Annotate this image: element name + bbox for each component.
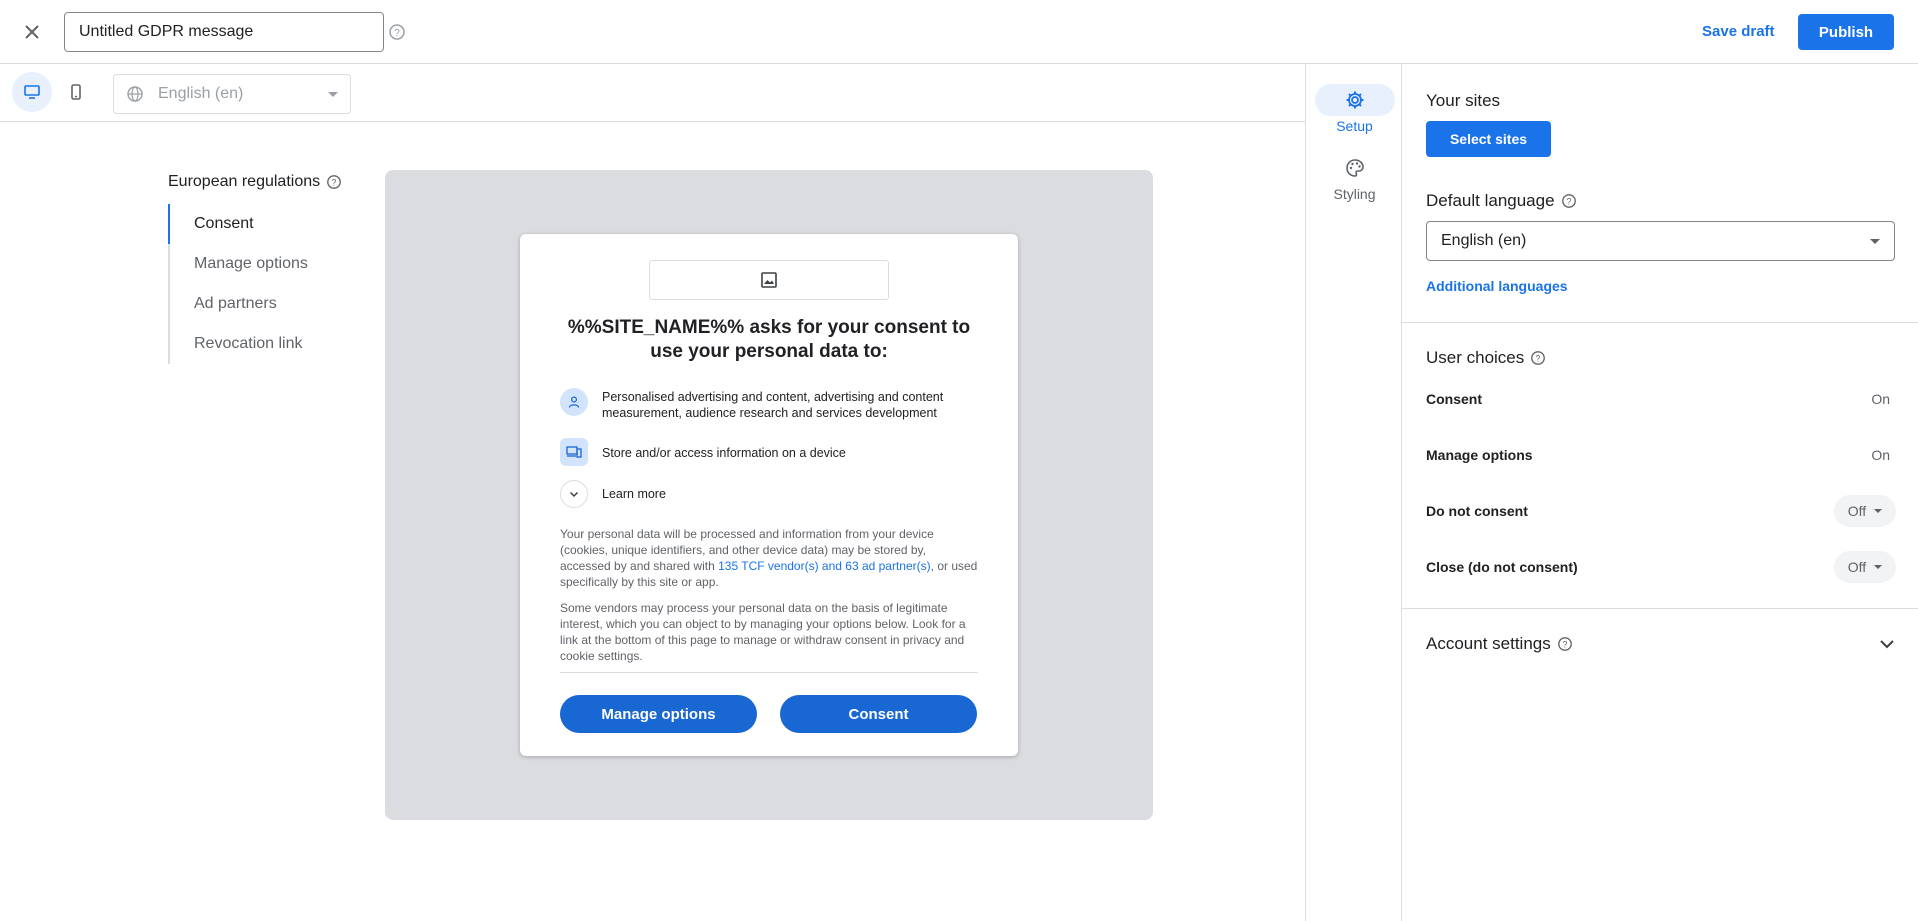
image-icon [761, 272, 777, 288]
help-icon[interactable]: ? [388, 23, 406, 46]
rail-pill [1315, 152, 1395, 184]
preview-language-select[interactable]: English (en) [113, 74, 351, 114]
regulations-nav: European regulations ? Consent Manage op… [168, 170, 358, 364]
rail-label: Styling [1333, 186, 1376, 202]
choice-value: On [1871, 391, 1890, 407]
account-settings-title: Account settings [1426, 634, 1551, 653]
help-icon[interactable]: ? [1557, 636, 1573, 652]
do-not-consent-dropdown[interactable]: Off [1834, 495, 1896, 527]
mobile-view-button[interactable] [56, 72, 96, 112]
regulations-title-text: European regulations [168, 173, 321, 190]
desktop-icon [24, 85, 40, 99]
settings-panel: Your sites Select sites Default language… [1402, 64, 1918, 921]
gear-icon [1346, 91, 1363, 109]
rail-label: Setup [1336, 118, 1373, 134]
choice-label: Consent [1426, 391, 1482, 407]
help-icon[interactable]: ? [1530, 350, 1546, 366]
consent-dialog-preview: %%SITE_NAME%% asks for your consent to u… [520, 234, 1018, 756]
top-bar: ? Save draft Publish [0, 0, 1918, 64]
svg-text:?: ? [1566, 197, 1571, 207]
your-sites-text: Your sites [1426, 91, 1501, 110]
purpose-item: Personalised advertising and content, ad… [560, 388, 980, 421]
svg-text:?: ? [1562, 640, 1567, 650]
reg-item-ad-partners[interactable]: Ad partners [168, 284, 358, 324]
preview-language-value: English (en) [158, 85, 244, 102]
user-choices-text: User choices [1426, 348, 1525, 367]
choice-label: Manage options [1426, 447, 1533, 463]
person-icon [560, 388, 588, 416]
choice-value: On [1871, 447, 1890, 463]
default-language-value: English (en) [1441, 232, 1527, 249]
close-icon [25, 25, 39, 39]
choice-value: Off [1847, 503, 1867, 519]
svg-text:?: ? [394, 28, 400, 39]
message-title-input[interactable] [64, 12, 384, 52]
rail-pill [1314, 84, 1395, 116]
dialog-divider [560, 672, 978, 673]
help-icon[interactable]: ? [326, 174, 342, 190]
choice-value: Off [1847, 559, 1867, 575]
reg-item-consent[interactable]: Consent [168, 204, 358, 244]
vendors-link[interactable]: 135 TCF vendor(s) and 63 ad partner(s) [718, 559, 931, 573]
svg-text:?: ? [332, 178, 337, 188]
choice-label: Do not consent [1426, 503, 1528, 519]
globe-icon [127, 86, 143, 102]
default-language-title: Default language ? [1426, 191, 1577, 211]
regulations-title: European regulations ? [168, 170, 358, 194]
account-settings-expander[interactable]: Account settings ? [1426, 634, 1896, 654]
choice-row-close: Close (do not consent) Off [1426, 551, 1896, 583]
divider [1402, 322, 1918, 323]
legitimate-interest-paragraph: Some vendors may process your personal d… [560, 601, 966, 663]
purpose-text: Personalised advertising and content, ad… [602, 390, 944, 420]
manage-options-button[interactable]: Manage options [560, 695, 757, 733]
svg-text:?: ? [1536, 354, 1541, 364]
purpose-item: Store and/or access information on a dev… [560, 438, 980, 466]
your-sites-title: Your sites [1426, 91, 1500, 111]
close-dropdown[interactable]: Off [1834, 551, 1896, 583]
regulations-list: Consent Manage options Ad partners Revoc… [168, 204, 358, 364]
choice-row-manage-options: Manage options On [1426, 439, 1896, 471]
choice-row-consent: Consent On [1426, 383, 1896, 415]
learn-more-label: Learn more [602, 487, 666, 501]
publish-button[interactable]: Publish [1798, 14, 1894, 50]
consent-paragraph: Your personal data will be processed and… [560, 526, 978, 590]
reg-item-manage-options[interactable]: Manage options [168, 244, 358, 284]
additional-languages-link[interactable]: Additional languages [1426, 278, 1568, 294]
chevron-down-icon [328, 91, 338, 97]
reg-item-revocation-link[interactable]: Revocation link [168, 324, 358, 364]
rail-item-styling[interactable]: Styling [1306, 152, 1403, 202]
close-button[interactable] [18, 18, 46, 46]
mobile-icon [71, 84, 81, 100]
choice-row-do-not-consent: Do not consent Off [1426, 495, 1896, 527]
palette-icon [1345, 159, 1364, 177]
editor-rail: Setup Styling [1305, 64, 1402, 921]
purpose-text: Store and/or access information on a dev… [602, 445, 846, 460]
site-logo-placeholder [649, 260, 889, 300]
divider [1402, 608, 1918, 609]
rail-item-setup[interactable]: Setup [1306, 84, 1403, 134]
dialog-heading: %%SITE_NAME%% asks for your consent to u… [567, 317, 971, 362]
desktop-view-button[interactable] [12, 72, 52, 112]
devices-icon [560, 438, 588, 466]
choice-label: Close (do not consent) [1426, 559, 1578, 575]
chevron-down-icon [1874, 509, 1883, 513]
chevron-down-icon [560, 480, 588, 508]
chevron-down-icon [1880, 640, 1894, 649]
help-icon[interactable]: ? [1561, 193, 1577, 209]
learn-more-toggle[interactable]: Learn more [560, 480, 666, 508]
default-language-select[interactable]: English (en) [1426, 221, 1895, 261]
select-sites-button[interactable]: Select sites [1426, 121, 1551, 157]
save-draft-button[interactable]: Save draft [1690, 16, 1787, 48]
user-choices-title: User choices ? [1426, 348, 1546, 368]
chevron-down-icon [1870, 238, 1880, 244]
default-language-text: Default language [1426, 191, 1555, 210]
consent-button[interactable]: Consent [780, 695, 977, 733]
chevron-down-icon [1874, 565, 1883, 569]
